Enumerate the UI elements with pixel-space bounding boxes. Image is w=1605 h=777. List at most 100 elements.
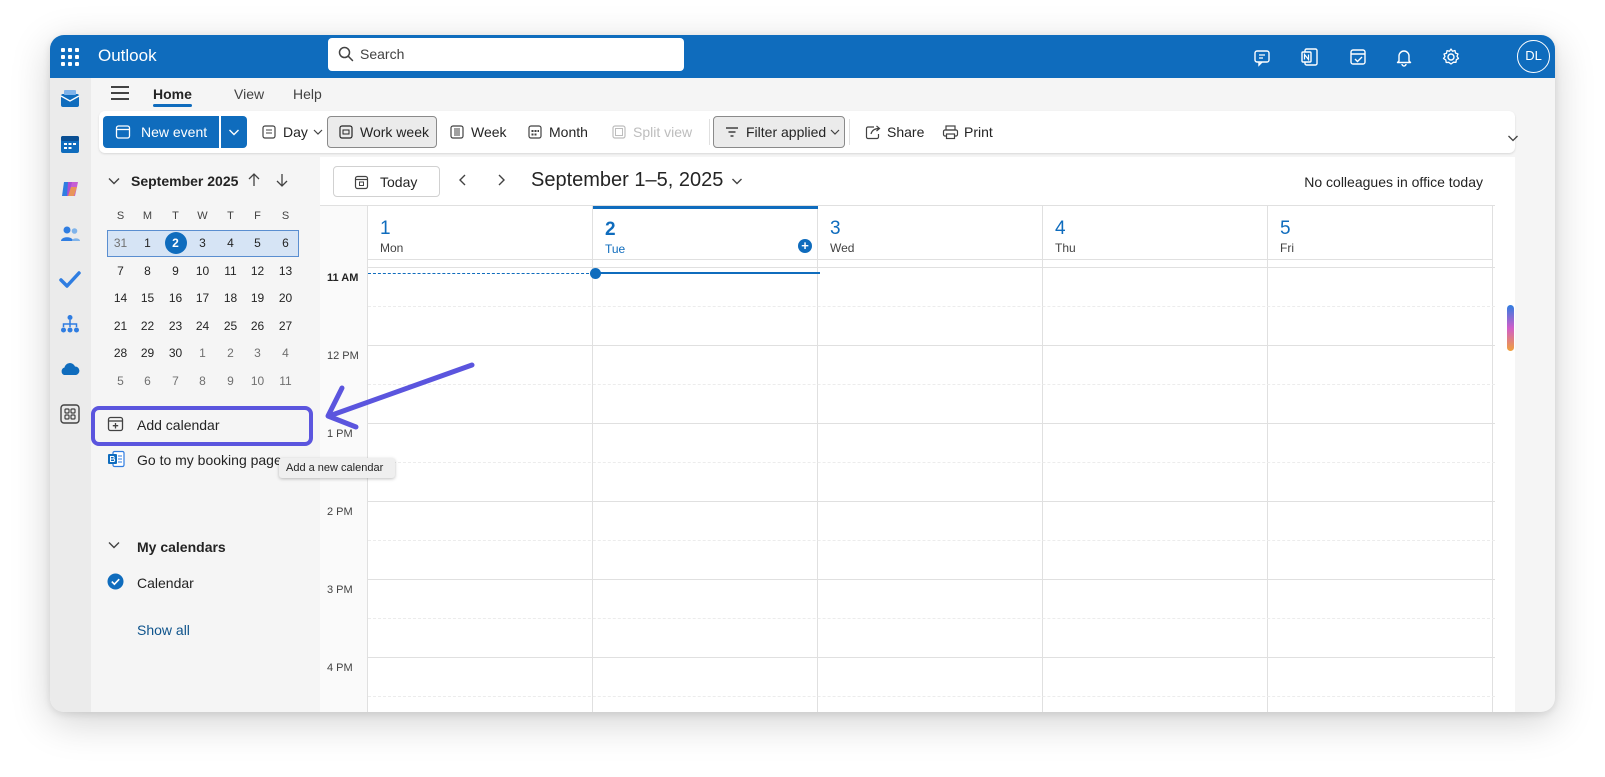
mini-calendar-day[interactable]: 8 [134,258,161,285]
mini-calendar-day[interactable]: 9 [217,368,244,395]
mini-calendar-day[interactable]: 1 [134,230,161,257]
mini-calendar-day[interactable]: 4 [217,230,244,257]
mini-calendar-day[interactable]: 18 [217,285,244,312]
show-all-link[interactable]: Show all [107,620,307,642]
mini-calendar-day[interactable]: 11 [272,368,299,395]
mini-calendar-day[interactable]: 7 [107,258,134,285]
date-range-picker[interactable]: September 1–5, 2025 [531,169,743,192]
meet-now-icon[interactable] [1252,46,1274,68]
mini-calendar-day[interactable]: 6 [272,230,299,257]
today-button[interactable]: Today [333,166,440,197]
mini-calendar-day[interactable]: 23 [162,313,189,340]
mini-calendar-day[interactable]: 19 [244,285,271,312]
mini-calendar-day[interactable]: 10 [189,258,216,285]
mini-calendar-day[interactable]: 31 [107,230,134,257]
mini-calendar-day[interactable]: 30 [162,340,189,367]
add-event-icon[interactable]: + [798,239,812,253]
mini-calendar-day[interactable]: 22 [134,313,161,340]
people-icon[interactable] [59,223,81,245]
avatar[interactable]: DL [1517,40,1550,73]
mini-calendar-day[interactable]: 2 [217,340,244,367]
mini-calendar-day[interactable]: 5 [244,230,271,257]
mini-calendar-day[interactable]: 16 [162,285,189,312]
mail-icon[interactable] [59,88,81,110]
menu-icon[interactable] [111,86,129,100]
mini-calendar-day[interactable]: 17 [189,285,216,312]
mini-calendar-day[interactable]: 25 [217,313,244,340]
my-day-icon[interactable] [1347,46,1369,68]
tab-view[interactable]: View [234,86,264,102]
checkmark-circle-icon[interactable] [107,573,124,590]
time-label: 12 PM [327,350,359,362]
gear-icon[interactable] [1440,46,1462,68]
mini-calendar-day[interactable]: 12 [244,258,271,285]
mini-calendar-day[interactable]: 28 [107,340,134,367]
mini-calendar-day[interactable]: 1 [189,340,216,367]
mini-calendar-day[interactable]: 9 [162,258,189,285]
day-column[interactable]: 3 Wed [818,206,1043,712]
ribbon-collapse-icon[interactable] [1507,133,1519,143]
day-header[interactable]: 4 Thu [1043,206,1268,260]
mini-calendar-day[interactable]: 7 [162,368,189,395]
previous-month-icon[interactable] [247,172,261,188]
mini-calendar-today[interactable]: 2 [162,230,189,257]
print-button[interactable]: Print [942,116,1002,148]
month-view-button[interactable]: Month [523,116,599,148]
copilot-icon[interactable] [59,178,81,200]
next-week-icon[interactable] [495,172,507,188]
onenote-icon[interactable] [1299,46,1321,68]
app-launcher-icon[interactable] [59,46,80,67]
mini-calendar-day[interactable]: 5 [107,368,134,395]
new-event-dropdown[interactable] [221,116,247,148]
share-button[interactable]: Share [863,116,931,148]
day-header[interactable]: 2 Tue + [593,206,818,260]
day-column[interactable]: 5 Fri [1268,206,1493,712]
search-input[interactable]: Search [328,38,684,71]
booking-page-link[interactable]: Go to my booking page [107,450,307,472]
tab-help[interactable]: Help [293,86,322,102]
day-column[interactable]: 1 Mon [368,206,593,712]
copilot-scroll-indicator[interactable] [1507,305,1514,351]
mini-calendar-day[interactable]: 3 [189,230,216,257]
next-month-icon[interactable] [275,172,289,188]
org-explorer-icon[interactable] [59,313,81,335]
mini-calendar-day[interactable]: 21 [107,313,134,340]
day-view-button[interactable]: Day [257,116,327,148]
mini-calendar-day[interactable]: 26 [244,313,271,340]
calendar-item[interactable]: Calendar [107,573,307,595]
new-event-button[interactable]: New event [103,116,219,148]
mini-calendar-day[interactable]: 10 [244,368,271,395]
mini-calendar-day[interactable]: 6 [134,368,161,395]
day-header[interactable]: 3 Wed [818,206,1043,260]
todo-icon[interactable] [59,268,81,290]
day-header[interactable]: 5 Fri [1268,206,1493,260]
mini-calendar-day[interactable]: 3 [244,340,271,367]
collapse-icon[interactable] [107,176,121,186]
mini-calendar-day[interactable]: 8 [189,368,216,395]
previous-week-icon[interactable] [457,172,469,188]
mini-calendar-day[interactable]: 14 [107,285,134,312]
calendar-surface: Today September 1–5, 2025 No colleagues … [320,157,1515,712]
bell-icon[interactable] [1393,46,1415,68]
my-calendars-header[interactable]: My calendars [107,537,307,559]
mini-calendar-day[interactable]: 15 [134,285,161,312]
filter-button[interactable]: Filter applied [713,116,845,148]
share-icon [865,125,881,140]
mini-calendar-day[interactable]: 29 [134,340,161,367]
mini-calendar-day[interactable]: 13 [272,258,299,285]
mini-calendar-day[interactable]: 4 [272,340,299,367]
mini-calendar-day[interactable]: 20 [272,285,299,312]
onedrive-icon[interactable] [59,358,81,380]
tab-home[interactable]: Home [153,86,192,107]
work-week-view-button[interactable]: Work week [327,116,437,148]
day-column[interactable]: 4 Thu [1043,206,1268,712]
day-column-today[interactable]: 2 Tue + [593,206,818,712]
week-view-button[interactable]: Week [443,116,511,148]
calendar-icon[interactable] [59,133,81,155]
mini-calendar-day[interactable]: 27 [272,313,299,340]
mini-calendar-day[interactable]: 24 [189,313,216,340]
more-apps-icon[interactable] [59,403,81,425]
colleagues-status[interactable]: No colleagues in office today [1304,174,1483,190]
mini-calendar-day[interactable]: 11 [217,258,244,285]
day-header[interactable]: 1 Mon [368,206,593,260]
